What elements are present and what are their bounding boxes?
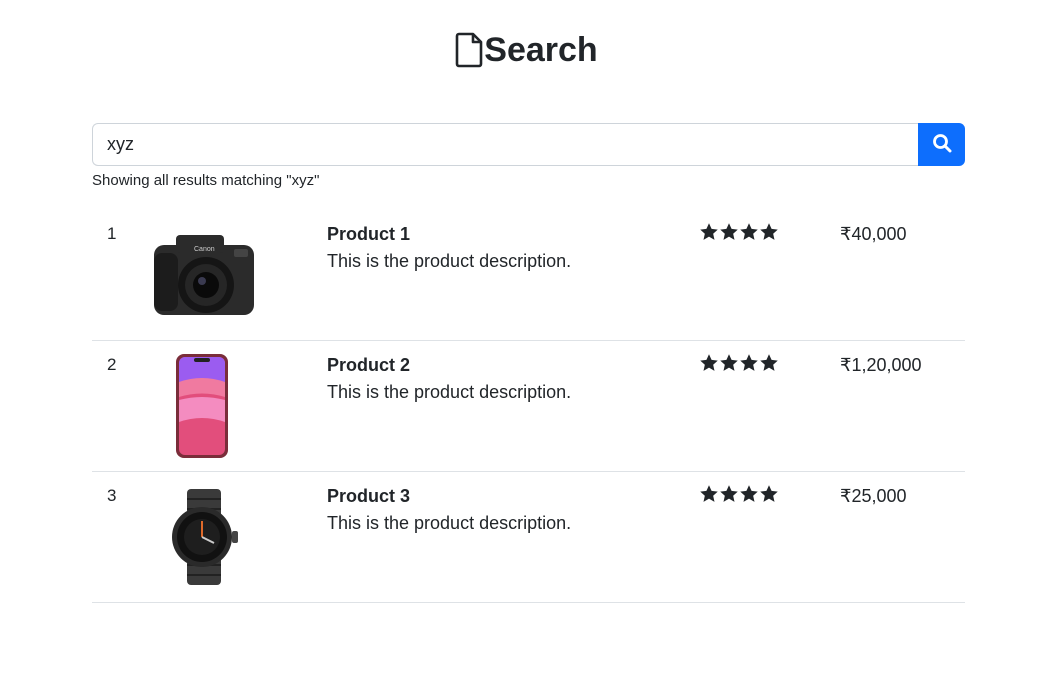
item-index: 3 (107, 486, 117, 505)
star-icon (720, 354, 738, 371)
search-button[interactable] (918, 123, 965, 166)
product-price: ₹1,20,000 (840, 355, 922, 375)
star-icon (720, 485, 738, 502)
star-icon (700, 485, 718, 502)
star-icon (700, 354, 718, 371)
product-description: This is the product description. (327, 513, 572, 533)
product-description: This is the product description. (327, 382, 572, 402)
star-icon (740, 223, 758, 240)
product-name[interactable]: Product 3 (327, 486, 410, 507)
camera-image: Canon (132, 220, 272, 330)
list-item[interactable]: 3 Product 3 This is the product descript… (92, 472, 965, 603)
star-icon (720, 223, 738, 240)
product-price: ₹25,000 (840, 486, 907, 506)
svg-text:Canon: Canon (194, 246, 215, 253)
star-icon (760, 354, 778, 371)
product-name[interactable]: Product 1 (327, 224, 410, 245)
star-icon (760, 223, 778, 240)
star-icon (740, 485, 758, 502)
results-summary: Showing all results matching "xyz" (92, 172, 320, 189)
rating-stars (699, 222, 779, 242)
item-index: 1 (107, 224, 117, 243)
star-icon (760, 485, 778, 502)
product-name[interactable]: Product 2 (327, 355, 410, 376)
list-item[interactable]: 1 Canon Product 1 This is the product de… (92, 210, 965, 341)
search-bar (92, 123, 965, 166)
product-description: This is the product description. (327, 251, 572, 271)
results-list: 1 Canon Product 1 This is the product de… (92, 210, 965, 603)
page-title: Search (0, 28, 1053, 72)
list-item[interactable]: 2 Product 2 This is the product descript… (92, 341, 965, 472)
page-title-text: Search (484, 31, 598, 69)
rating-stars (699, 484, 779, 504)
item-index: 2 (107, 355, 117, 374)
star-icon (740, 354, 758, 371)
rating-stars (699, 353, 779, 373)
star-icon (700, 223, 718, 240)
watch-image (132, 482, 272, 592)
search-icon (932, 133, 952, 156)
phone-image (132, 351, 272, 461)
search-input[interactable] (92, 123, 918, 166)
product-price: ₹40,000 (840, 224, 907, 244)
file-icon (455, 32, 483, 68)
